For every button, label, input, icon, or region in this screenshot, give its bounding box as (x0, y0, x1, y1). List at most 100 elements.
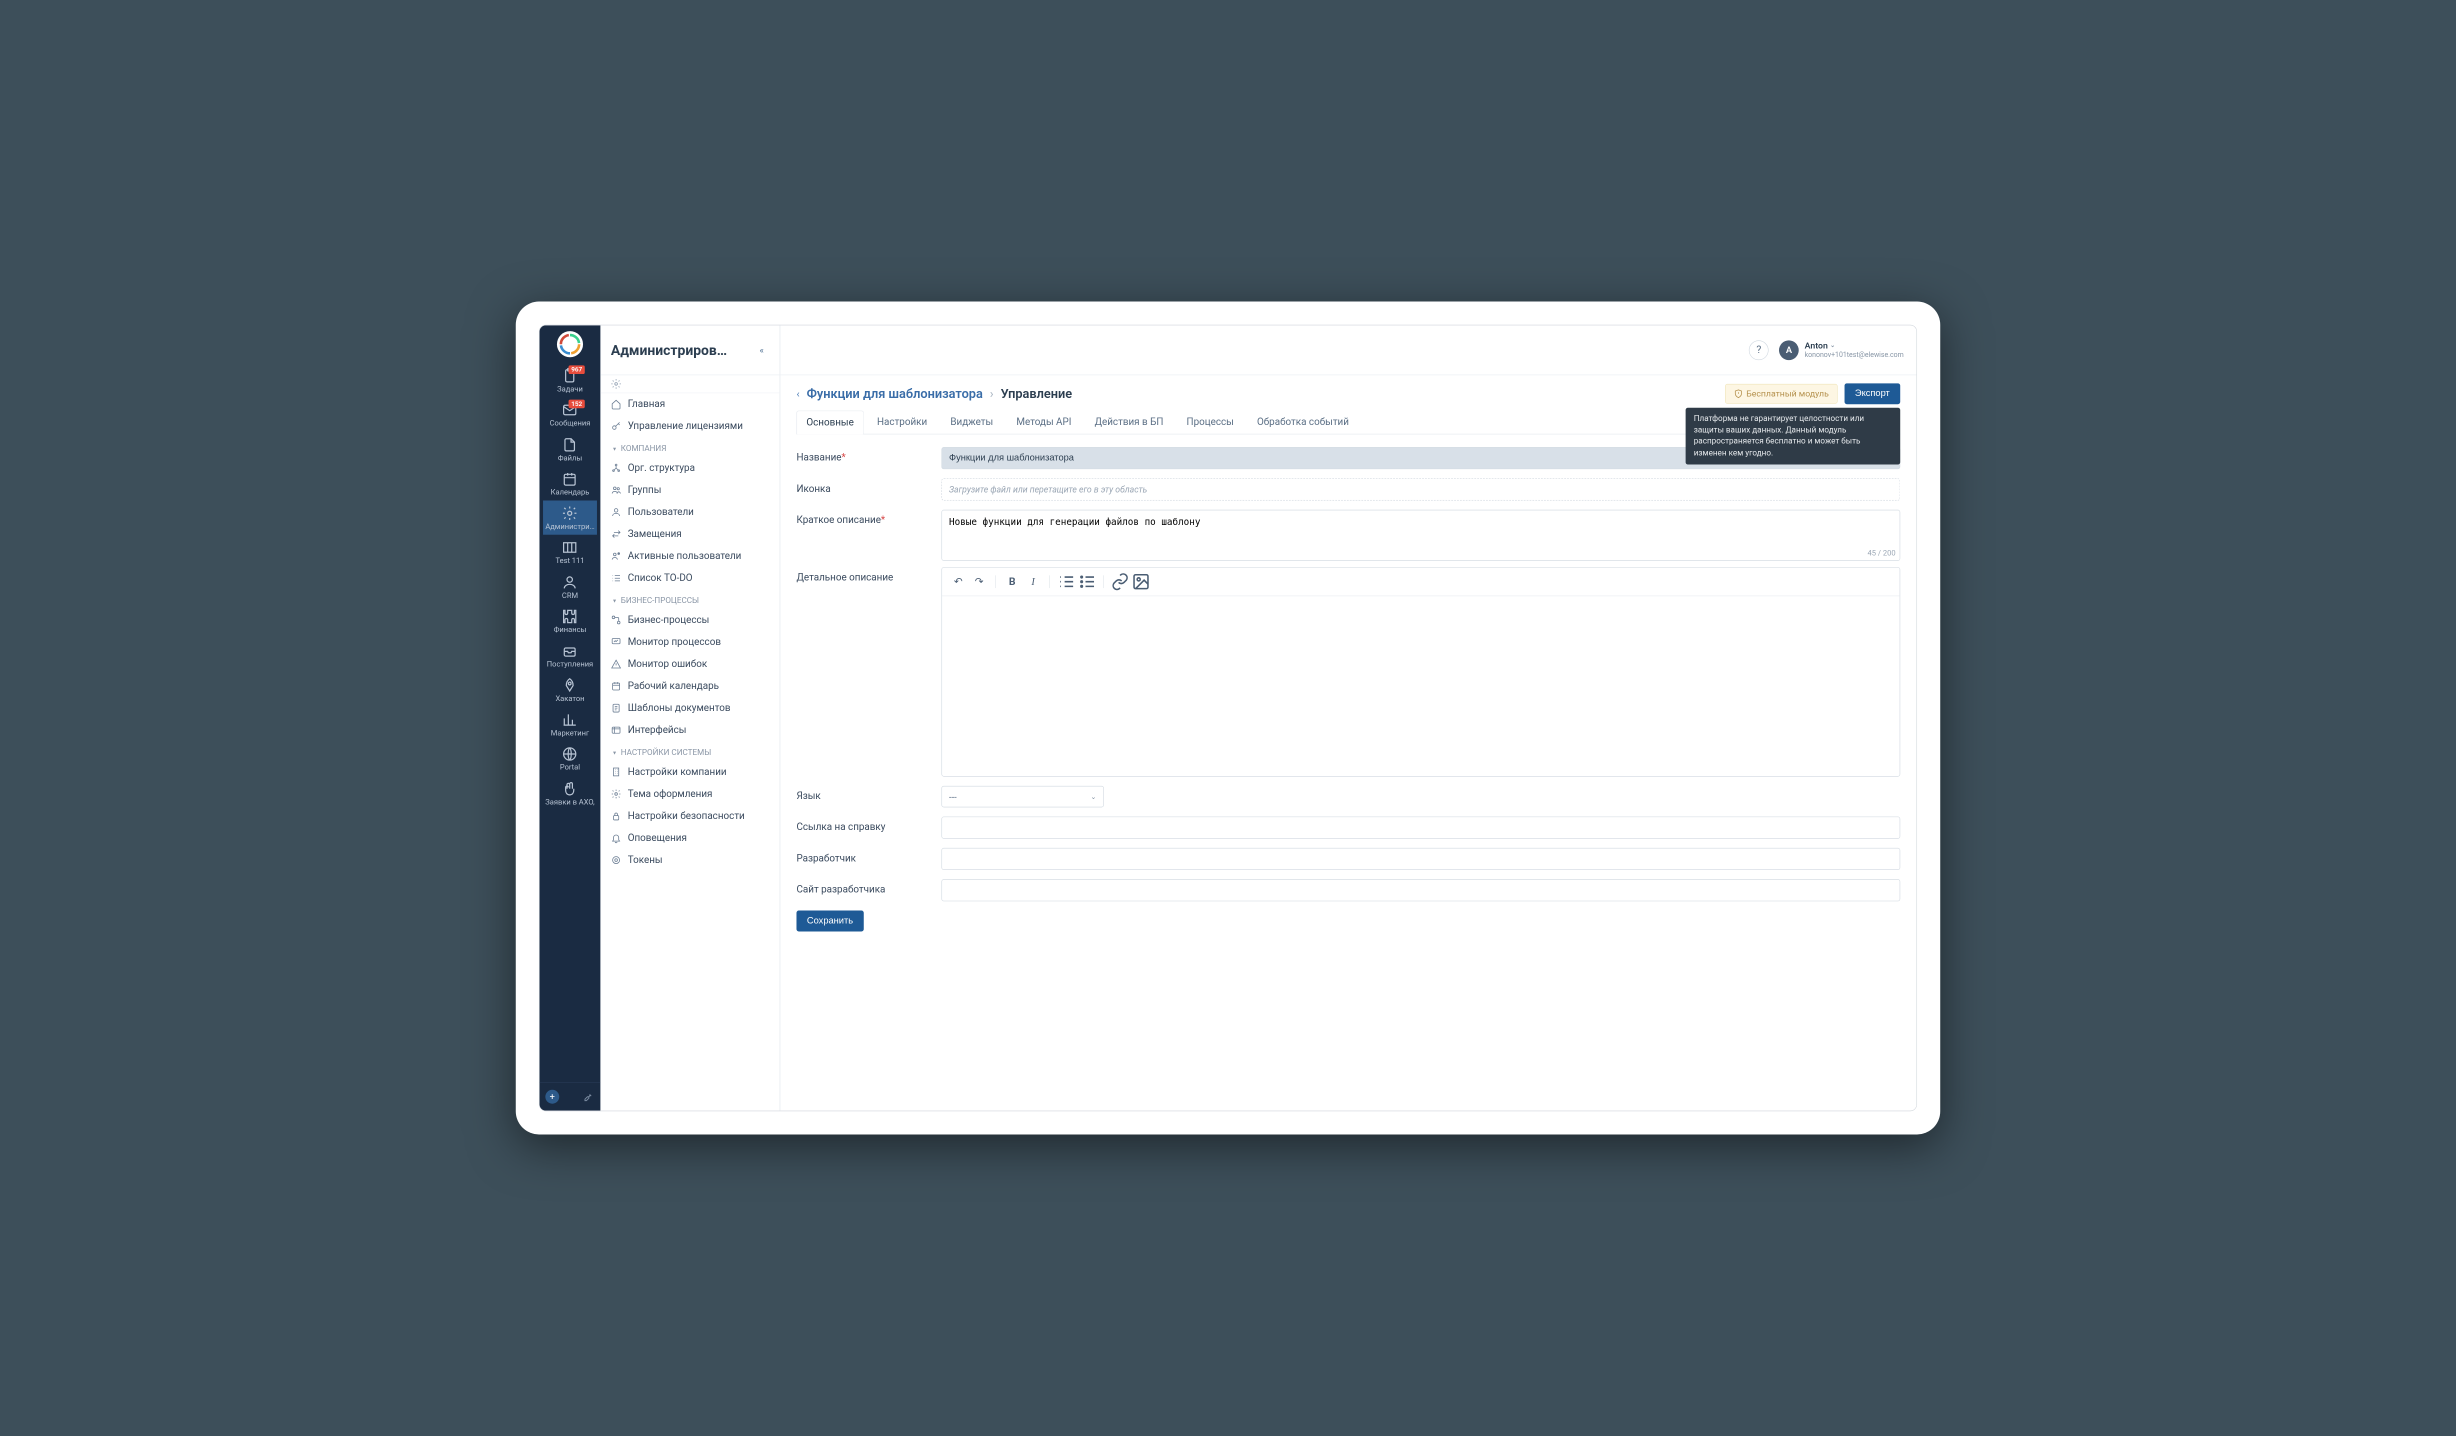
tab-4[interactable]: Действия в БП (1085, 410, 1173, 434)
sidebar-item[interactable]: Главная (600, 393, 779, 415)
sidebar-section[interactable]: ▸НАСТРОЙКИ СИСТЕМЫ (600, 741, 779, 761)
user-icon (611, 507, 621, 517)
language-select[interactable]: ---⌄ (941, 786, 1103, 807)
sidebar-item[interactable]: Активные пользователи (600, 545, 779, 567)
cal-icon (611, 681, 621, 691)
sidebar-item[interactable]: Оповещения (600, 827, 779, 849)
gear-icon[interactable] (611, 379, 621, 389)
image-button[interactable] (1132, 572, 1151, 591)
nav-item-1[interactable]: 152Сообщения (543, 397, 597, 431)
gear-icon (562, 505, 578, 521)
person-icon (562, 574, 578, 590)
chart-icon (562, 712, 578, 728)
tab-5[interactable]: Процессы (1177, 410, 1244, 434)
nav-item-8[interactable]: Поступления (543, 638, 597, 672)
sidebar-item[interactable]: Группы (600, 479, 779, 501)
tab-2[interactable]: Виджеты (941, 410, 1004, 434)
collapse-sidebar-button[interactable]: « (754, 342, 769, 357)
char-counter: 45 / 200 (941, 549, 1895, 558)
ui-icon (611, 725, 621, 735)
nav-item-3[interactable]: Календарь (543, 466, 597, 500)
undo-button[interactable]: ↶ (949, 572, 968, 591)
link-button[interactable] (1111, 572, 1130, 591)
org-icon (611, 463, 621, 473)
tab-1[interactable]: Настройки (867, 410, 937, 434)
wrench-icon[interactable] (583, 1091, 595, 1103)
nav-item-2[interactable]: Файлы (543, 432, 597, 466)
globe-icon (562, 746, 578, 762)
italic-button[interactable]: I (1024, 572, 1043, 591)
home-icon (611, 399, 621, 409)
unordered-list-button[interactable] (1078, 572, 1097, 591)
rocket-icon (562, 677, 578, 693)
key-icon (611, 421, 621, 431)
hands-icon (562, 780, 578, 796)
nav-item-7[interactable]: Финансы (543, 604, 597, 638)
rich-text-editor: ↶ ↷ B I (941, 567, 1900, 776)
sidebar-item[interactable]: Управление лицензиями (600, 415, 779, 437)
file-icon (562, 436, 578, 452)
bp-icon (611, 615, 621, 625)
sidebar-item[interactable]: Монитор ошибок (600, 653, 779, 675)
help-button[interactable]: ? (1749, 340, 1769, 360)
breadcrumb-parent[interactable]: Функции для шаблонизатора (807, 387, 983, 402)
sidebar-item[interactable]: Интерфейсы (600, 719, 779, 741)
topbar: ? A Anton ⌄ kononov+101test@elewise.com (780, 325, 1916, 375)
sidebar-item[interactable]: Бизнес-процессы (600, 609, 779, 631)
calendar-icon (562, 471, 578, 487)
sidebar-item[interactable]: Монитор процессов (600, 631, 779, 653)
breadcrumb-back[interactable]: ‹ (796, 388, 799, 400)
sidebar-item[interactable]: Тема оформления (600, 783, 779, 805)
puzzle-icon (562, 608, 578, 624)
avatar: A (1779, 340, 1799, 360)
sidebar-item[interactable]: Список TO-DO (600, 567, 779, 589)
active-icon (611, 551, 621, 561)
nav-item-0[interactable]: 967Задачи (543, 363, 597, 397)
ordered-list-button[interactable] (1057, 572, 1076, 591)
redo-button[interactable]: ↷ (970, 572, 989, 591)
nav-item-10[interactable]: Маркетинг (543, 707, 597, 741)
sidebar-item[interactable]: Настройки компании (600, 761, 779, 783)
tab-3[interactable]: Методы API (1007, 410, 1082, 434)
nav-item-4[interactable]: Администри… (543, 501, 597, 535)
chevron-down-icon: ⌄ (1830, 342, 1835, 349)
alert-icon (611, 659, 621, 669)
developer-site-input[interactable] (941, 879, 1900, 901)
shield-icon (1733, 389, 1742, 398)
sidebar-title: Администриров… (611, 342, 748, 358)
breadcrumb: ‹ Функции для шаблонизатора › Управление (796, 387, 1072, 402)
sidebar-section[interactable]: ▸КОМПАНИЯ (600, 437, 779, 457)
user-menu[interactable]: A Anton ⌄ kononov+101test@elewise.com (1779, 340, 1904, 360)
nav-item-11[interactable]: Portal (543, 741, 597, 775)
sidebar-item[interactable]: Настройки безопасности (600, 805, 779, 827)
sidebar-item[interactable]: Пользователи (600, 501, 779, 523)
bold-button[interactable]: B (1003, 572, 1022, 591)
tpl-icon (611, 703, 621, 713)
sidebar-item[interactable]: Токены (600, 849, 779, 871)
nav-item-6[interactable]: CRM (543, 569, 597, 603)
tab-6[interactable]: Обработка событий (1247, 410, 1359, 434)
sidebar-item[interactable]: Замещения (600, 523, 779, 545)
help-link-input[interactable] (941, 817, 1900, 839)
app-logo[interactable] (557, 331, 583, 357)
icon-dropzone[interactable]: Загрузите файл или перетащите его в эту … (941, 478, 1900, 500)
nav-item-9[interactable]: Хакатон (543, 673, 597, 707)
rte-content[interactable] (942, 596, 1900, 776)
add-module-button[interactable]: + (545, 1090, 559, 1104)
sidebar-item[interactable]: Рабочий календарь (600, 675, 779, 697)
nav-item-12[interactable]: Заявки в АХО, (543, 776, 597, 810)
main-nav: 967Задачи152СообщенияФайлыКалендарьАдмин… (540, 325, 601, 1110)
page-title: Управление (1001, 387, 1073, 402)
export-button[interactable]: Экспорт (1844, 383, 1900, 404)
sidebar-item[interactable]: Орг. структура (600, 457, 779, 479)
sidebar-item[interactable]: Шаблоны документов (600, 697, 779, 719)
tab-0[interactable]: Основные (796, 411, 863, 435)
developer-input[interactable] (941, 848, 1900, 870)
save-button[interactable]: Сохранить (796, 911, 863, 932)
token-icon (611, 855, 621, 865)
admin-sidebar: Администриров… « ГлавнаяУправление лицен… (600, 325, 780, 1110)
nav-item-5[interactable]: Test 111 (543, 535, 597, 569)
free-module-badge[interactable]: Бесплатный модуль (1725, 384, 1838, 404)
sidebar-section[interactable]: ▸БИЗНЕС-ПРОЦЕССЫ (600, 589, 779, 609)
clipboard-icon: 967 (562, 368, 578, 384)
